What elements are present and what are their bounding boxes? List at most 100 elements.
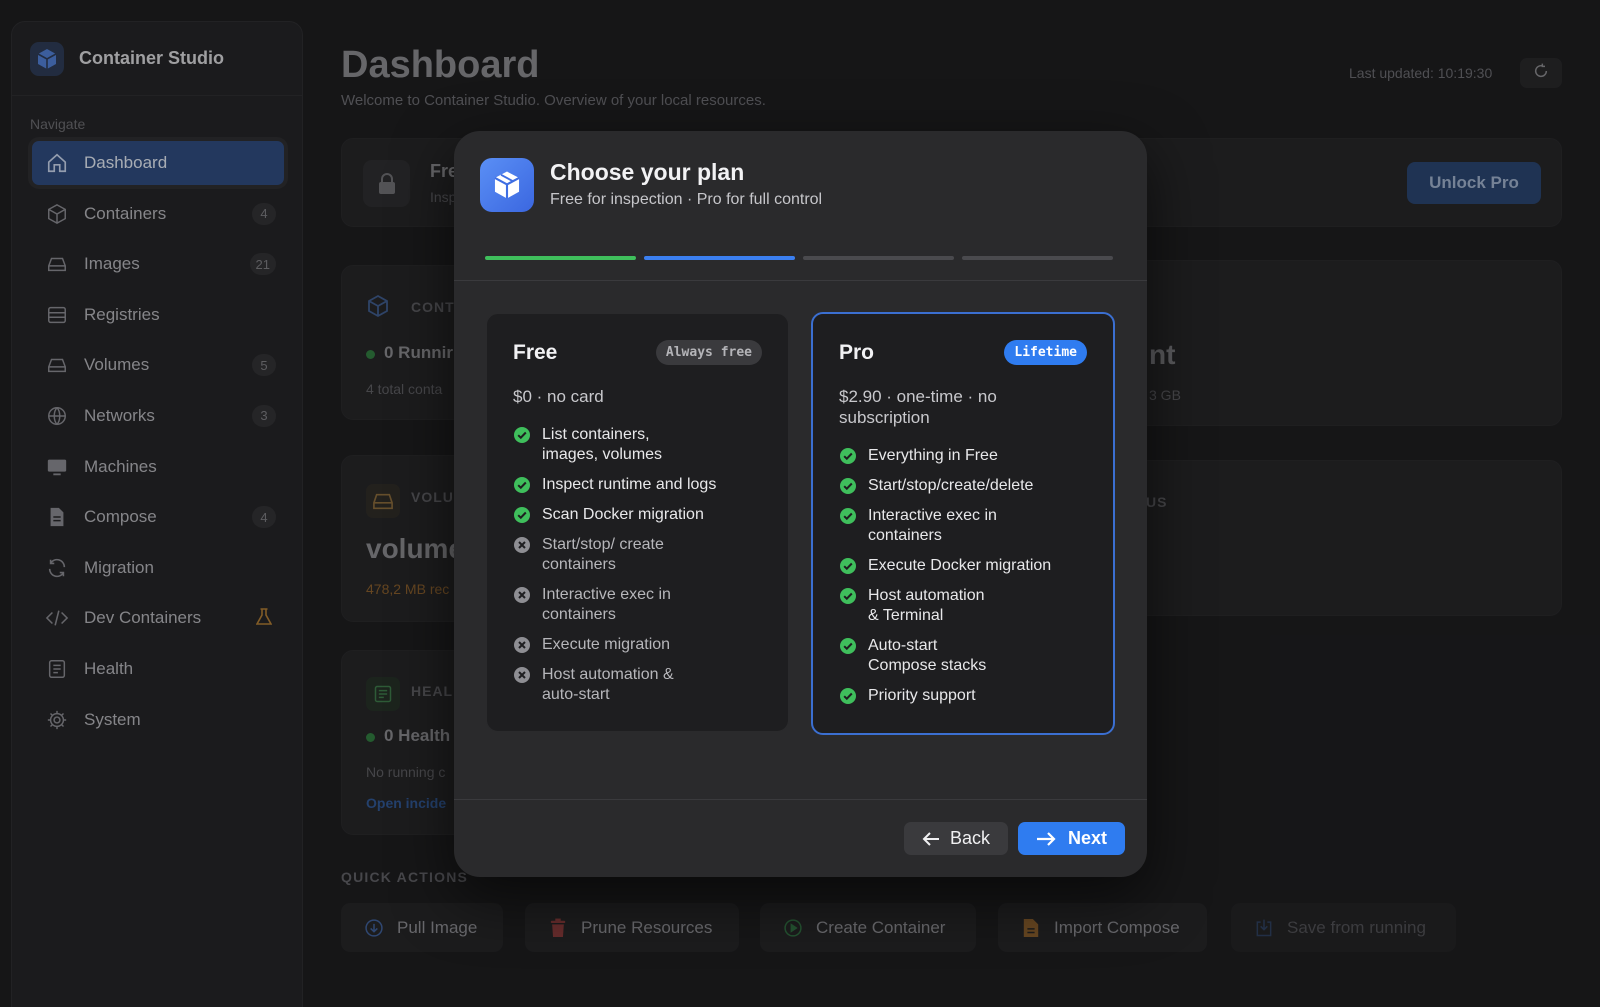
- check-icon: [840, 478, 856, 494]
- step-indicator-4: [962, 256, 1113, 260]
- play-icon: [782, 917, 804, 939]
- button-label: Import Compose: [1054, 917, 1180, 937]
- step-indicator-3: [803, 256, 954, 260]
- refresh-button[interactable]: [1520, 58, 1562, 88]
- feature-list: Everything in Free Start/stop/create/del…: [839, 446, 1078, 716]
- sidebar-item-label: Migration: [84, 557, 154, 577]
- sidebar-item-images[interactable]: Images 21: [32, 242, 284, 286]
- dialog-title: Choose your plan: [550, 159, 745, 185]
- sidebar-item-system[interactable]: System: [32, 698, 284, 742]
- sidebar-item-registries[interactable]: Registries: [32, 293, 284, 337]
- drive-icon: [44, 251, 70, 277]
- health-caption: HEAL: [411, 683, 454, 699]
- sidebar-item-label: Compose: [84, 507, 157, 527]
- count-badge: 5: [252, 354, 276, 377]
- nav-list: Dashboard Containers 4 Images 21 Registr…: [12, 141, 302, 742]
- sidebar-item-label: Networks: [84, 405, 155, 425]
- feature-item: List containers, images, volumes: [513, 425, 752, 465]
- server-icon: [44, 302, 70, 328]
- feature-text: Interactive exec in containers: [868, 507, 997, 544]
- feature-text: Execute Docker migration: [868, 557, 1052, 574]
- plan-badge: Lifetime: [1004, 340, 1087, 365]
- last-updated-text: Last updated: 10:19:30: [1349, 65, 1493, 81]
- page-title: Dashboard: [341, 44, 540, 86]
- health-icon: [44, 656, 70, 682]
- sidebar-item-health[interactable]: Health: [32, 647, 284, 691]
- storage-value: nt: [1149, 339, 1176, 370]
- refresh-icon: [1533, 63, 1549, 84]
- feature-text: Start/stop/ create containers: [542, 536, 664, 573]
- sidebar-item-label: Health: [84, 658, 134, 678]
- prune-resources-button[interactable]: Prune Resources: [525, 903, 739, 952]
- sidebar-item-label: Dev Containers: [84, 608, 202, 628]
- step-indicator-1: [485, 256, 636, 260]
- check-icon: [840, 688, 856, 704]
- check-icon: [514, 477, 530, 493]
- feature-text: Host automation & Terminal: [868, 587, 985, 624]
- sidebar-item-compose[interactable]: Compose 4: [32, 495, 284, 539]
- sidebar-item-dev-containers[interactable]: Dev Containers: [32, 596, 284, 640]
- sidebar-item-containers[interactable]: Containers 4: [32, 192, 284, 236]
- file-icon: [44, 504, 70, 530]
- feature-text: Priority support: [868, 687, 976, 704]
- save-icon: [1253, 917, 1275, 939]
- feature-item: Host automation & Terminal: [839, 586, 1078, 626]
- open-incidents-link[interactable]: Open incide: [366, 795, 446, 811]
- file-icon: [1020, 917, 1042, 939]
- unlock-pro-button[interactable]: Unlock Pro: [1407, 162, 1541, 204]
- total-count: 4 total conta: [366, 381, 443, 397]
- sidebar-item-volumes[interactable]: Volumes 5: [32, 343, 284, 387]
- check-icon: [840, 508, 856, 524]
- plan-price: $0 · no card: [513, 387, 604, 406]
- sidebar-item-label: Machines: [84, 456, 157, 476]
- sidebar-item-label: Dashboard: [84, 153, 168, 172]
- feature-item: Interactive exec in containers: [839, 506, 1078, 546]
- feature-text: Interactive exec in containers: [542, 586, 671, 623]
- plan-name: Free: [513, 341, 558, 364]
- feature-item: Scan Docker migration: [513, 505, 752, 525]
- feature-item: Start/stop/ create containers: [513, 535, 752, 575]
- sidebar-item-label: Registries: [84, 304, 160, 324]
- pro-plan-card[interactable]: Pro Lifetime $2.90 · one-time · no subsc…: [811, 312, 1115, 735]
- sidebar-item-migration[interactable]: Migration: [32, 546, 284, 590]
- check-icon: [840, 638, 856, 654]
- feature-list: List containers, images, volumes Inspect…: [513, 425, 752, 715]
- feature-item: Execute migration: [513, 635, 752, 655]
- cube-icon: [44, 201, 70, 227]
- gear-icon: [44, 707, 70, 733]
- feature-text: Start/stop/create/delete: [868, 477, 1034, 494]
- check-icon: [840, 558, 856, 574]
- feature-item: Interactive exec in containers: [513, 585, 752, 625]
- import-compose-button[interactable]: Import Compose: [998, 903, 1207, 952]
- plan-badge: Always free: [655, 340, 762, 365]
- trash-icon: [547, 917, 569, 939]
- sidebar-item-networks[interactable]: Networks 3: [32, 394, 284, 438]
- nav-caption: Navigate: [30, 116, 86, 132]
- home-icon: [44, 150, 70, 176]
- drive-icon: [366, 484, 400, 518]
- count-badge: 3: [252, 404, 276, 427]
- feature-item: Start/stop/create/delete: [839, 476, 1078, 496]
- free-plan-card[interactable]: Free Always free $0 · no card List conta…: [486, 313, 789, 732]
- x-circle-icon: [514, 587, 530, 603]
- feature-item: Host automation & auto-start: [513, 665, 752, 705]
- feature-text: Auto-start Compose stacks: [868, 637, 987, 674]
- create-container-button[interactable]: Create Container: [760, 903, 976, 952]
- dialog-subtitle: Free for inspection · Pro for full contr…: [550, 191, 823, 208]
- save-from-running-button[interactable]: Save from running: [1231, 903, 1456, 952]
- feature-text: Scan Docker migration: [542, 506, 704, 523]
- pull-image-button[interactable]: Pull Image: [341, 903, 503, 952]
- cube-icon: [366, 294, 390, 323]
- next-button[interactable]: Next: [1018, 822, 1125, 855]
- button-label: Save from running: [1287, 917, 1426, 937]
- running-count: 0 Runnir: [384, 343, 453, 362]
- button-label: Pull Image: [397, 917, 478, 937]
- status-card: US: [1100, 460, 1562, 616]
- back-button[interactable]: Back: [904, 822, 1008, 855]
- check-icon: [840, 588, 856, 604]
- sidebar-item-machines[interactable]: Machines: [32, 445, 284, 489]
- sync-icon: [44, 555, 70, 581]
- sidebar-item-dashboard[interactable]: Dashboard: [32, 141, 284, 185]
- volumes-value: volume: [366, 533, 465, 564]
- count-badge: 21: [249, 253, 276, 276]
